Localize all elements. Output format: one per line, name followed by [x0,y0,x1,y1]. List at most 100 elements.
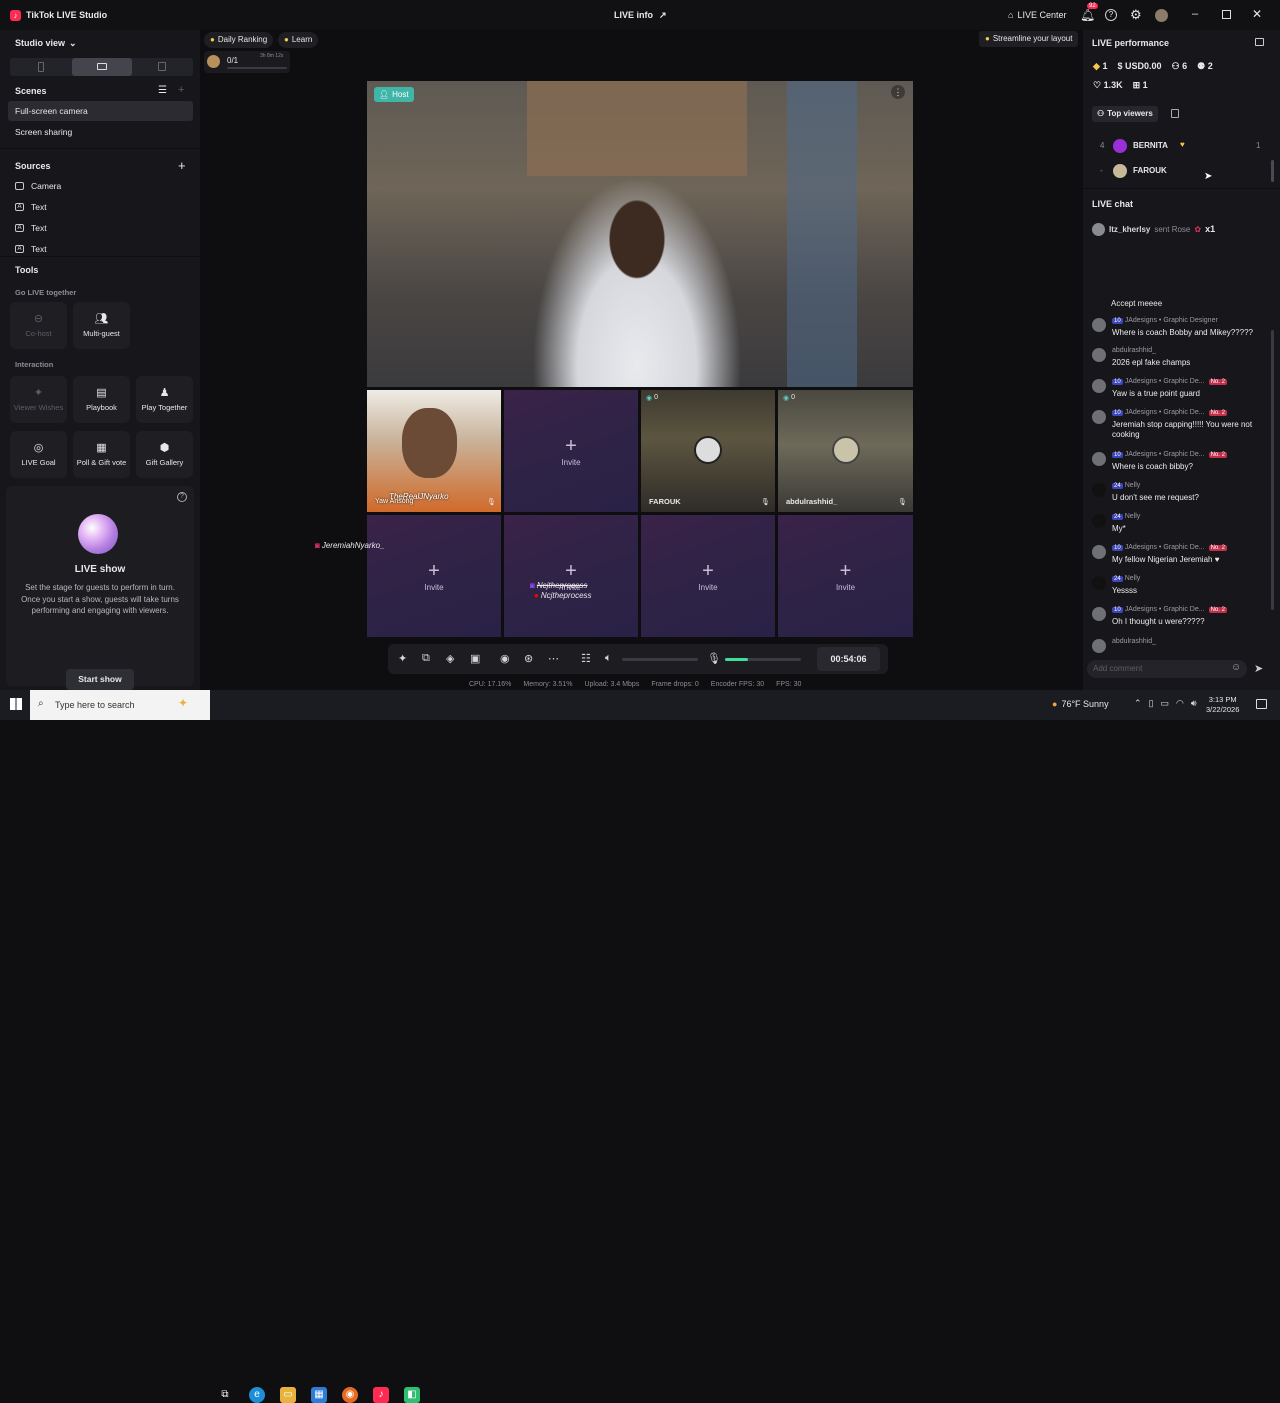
live-info-button[interactable]: LIVE info ↗ [614,10,667,21]
chevron-up-icon: ⌃ [1134,698,1142,708]
weather-widget[interactable]: ● 76°F Sunny [1052,699,1109,709]
invite-slot[interactable]: + Invite [504,390,638,512]
chat-avatar [1092,318,1106,332]
speaker-volume-slider[interactable] [622,658,698,661]
likes-count: 1.3K [1103,80,1123,90]
guest-tile-yaw[interactable]: TheRealJNyarko Yaw Ansong 🎙︎ [367,390,501,512]
more-icon[interactable]: ⋯ [548,652,559,665]
live-goal-button[interactable]: ◎ LIVE Goal [10,431,67,478]
guest-tile-farouk[interactable]: ◉ 0 FAROUK 🎙︎ [641,390,775,512]
minimize-button[interactable]: – [1192,8,1198,20]
emoji-icon[interactable]: ☺ [1231,662,1241,673]
goal-widget[interactable]: 0/1 3h 8m 12s [204,51,290,73]
poll-gift-vote-button[interactable]: ▦ Poll & Gift vote [73,431,130,478]
top-viewer-row[interactable]: - FAROUK [1098,164,1263,178]
firefox-icon[interactable]: ◉ [342,1387,358,1403]
eye-icon: ◉ [646,395,653,402]
notification-center-icon[interactable] [1256,699,1267,709]
more-options-icon[interactable]: ⋮ [891,85,905,99]
viewer-wishes-button[interactable]: ✦ Viewer Wishes [10,376,67,423]
trophy-icon [207,55,220,68]
tiktok-taskbar-icon[interactable]: ♪ [373,1387,389,1403]
people-icon: 👥︎ [94,312,109,325]
portrait-layout-icon[interactable] [38,62,44,72]
file-explorer-icon[interactable]: ▭ [280,1387,296,1403]
source-camera[interactable]: Camera [15,181,61,191]
invite-slot[interactable]: + Invite [641,515,775,637]
scene-screen-sharing[interactable]: Screen sharing [8,122,193,142]
camera-switch-icon[interactable]: ◈ [446,652,454,665]
microphone-icon[interactable]: 🎙︎ [707,652,721,665]
guest-tile-abdul[interactable]: ◉ 0 abdulrashhid_ 🎙︎ [778,390,913,512]
popout-icon[interactable] [1255,38,1264,46]
invite-slot[interactable]: + Invite [504,515,638,637]
level-badge: 10 [1112,318,1123,324]
cohost-button[interactable]: ⊖ Co-host [10,302,67,349]
source-text[interactable]: A Text [15,244,47,254]
text-icon: A [15,245,24,253]
scene-full-screen-camera[interactable]: Full-screen camera [8,101,193,121]
user-avatar[interactable] [1155,9,1168,22]
multi-layout-icon[interactable] [158,62,166,71]
mic-level-slider[interactable] [725,658,801,661]
wifi-icon: ◠ [1176,698,1184,708]
scenes-list-icon[interactable]: ☰ [158,85,167,96]
top-viewers-tab[interactable]: ⚇ Top viewers [1092,106,1158,122]
landscape-layout-button[interactable] [72,58,132,76]
comment-box[interactable]: Add comment ☺ [1087,660,1247,678]
level-badge: 24 [1112,514,1123,520]
host-video[interactable]: 👤︎ Host ⋮ [367,81,913,387]
chat-username: JAdesigns • Graphic Designer [1124,317,1218,324]
playbook-icon: ▤ [96,386,107,399]
task-view-icon[interactable]: ⧉ [217,1387,233,1403]
record-icon[interactable]: ◉ [500,652,510,665]
effects-icon[interactable]: ⧉ [422,652,430,665]
studio-view-dropdown[interactable]: Studio view ⌄ [15,38,77,49]
live-goal-label: LIVE Goal [21,457,56,467]
list-icon[interactable] [1171,109,1179,118]
add-scene-icon[interactable]: + [178,84,184,96]
clip-icon[interactable]: ⊛ [524,652,533,665]
top-viewer-row[interactable]: 4 BERNITA ♥ 1 [1098,139,1263,153]
start-show-button[interactable]: Start show [66,669,134,690]
app-taskbar-icon[interactable]: ◧ [404,1387,420,1403]
notifications-button[interactable]: 🔔︎ 92 [1080,3,1098,22]
youtube-icon: ● [534,591,539,600]
maximize-button[interactable] [1222,10,1231,19]
viewer-wishes-icon: ✦ [33,386,44,399]
add-source-icon[interactable]: + [178,158,186,173]
speaker-icon[interactable]: 🔈︎ [605,652,612,665]
taskbar-search[interactable]: ⌕ Type here to search ✦ [30,690,210,720]
help-icon[interactable]: ? [1105,9,1117,21]
audio-settings-icon[interactable]: ☷ [581,652,591,665]
windows-start-icon[interactable] [10,698,22,710]
invite-label: Invite [424,582,444,592]
encoder-fps-stat: Encoder FPS: 30 [710,681,765,688]
clock[interactable]: 3:13 PM 3/22/2026 [1206,695,1239,715]
divider [1083,188,1280,189]
magic-wand-icon[interactable]: ✦ [398,652,407,665]
daily-ranking-button[interactable]: ● Daily Ranking [204,32,274,48]
close-button[interactable]: ✕ [1252,7,1262,21]
play-together-button[interactable]: ♟ Play Together [136,376,193,423]
live-center-button[interactable]: ⌂ LIVE Center [1008,10,1066,20]
settings-gear-icon[interactable]: ⚙ [1130,7,1142,23]
invite-slot[interactable]: + Invite [367,515,501,637]
playbook-button[interactable]: ▤ Playbook [73,376,130,423]
chat-scrollbar[interactable] [1271,330,1274,610]
multiguest-button[interactable]: 👥︎ Multi-guest [73,302,130,349]
source-text[interactable]: A Text [15,223,47,233]
level-badge: 10 [1112,607,1123,613]
info-icon[interactable]: ? [177,492,187,502]
source-text[interactable]: A Text [15,202,47,212]
send-icon[interactable]: ➤ [1254,662,1263,675]
system-tray-icons[interactable]: ⌃ ▯ ▭ ◠ 🔊︎ [1134,698,1197,709]
streamline-layout-button[interactable]: ● Streamline your layout [979,31,1079,47]
layout-icon[interactable]: ▣ [470,652,480,665]
gift-gallery-button[interactable]: ⬢ Gift Gallery [136,431,193,478]
edge-icon[interactable]: e [249,1387,265,1403]
viewer-scrollbar[interactable] [1271,160,1274,182]
invite-slot[interactable]: + Invite [778,515,913,637]
store-icon[interactable]: ▦ [311,1387,327,1403]
learn-button[interactable]: ● Learn [278,32,319,48]
